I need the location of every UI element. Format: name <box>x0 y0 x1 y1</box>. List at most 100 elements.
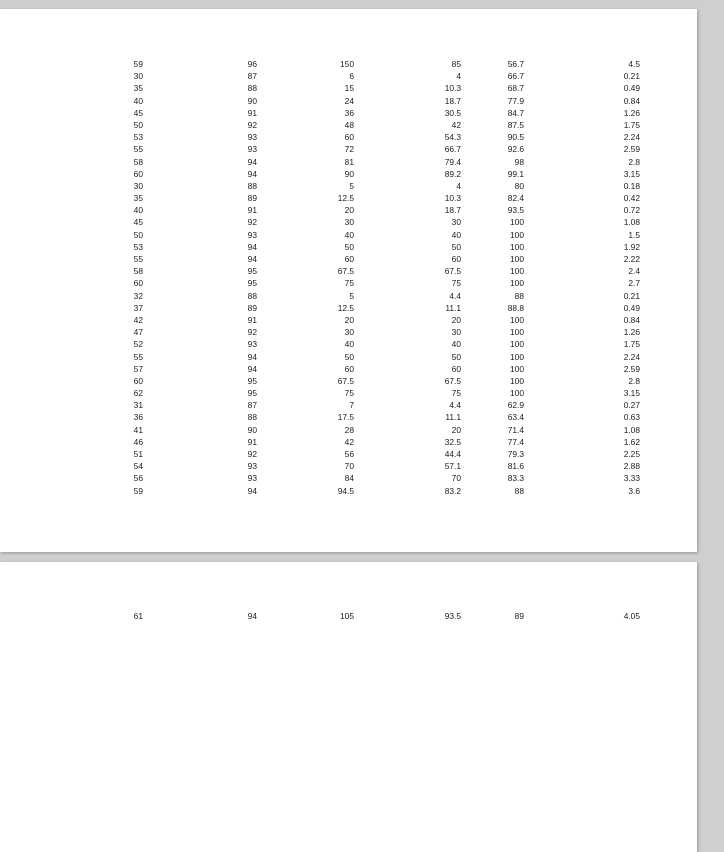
table-cell: 100 <box>510 314 524 325</box>
table-cell: 93.5 <box>507 205 524 216</box>
table-cell: 81.6 <box>507 461 524 472</box>
table-cell: 92 <box>247 217 257 228</box>
table-cell: 93 <box>247 229 257 240</box>
table-cell: 88 <box>247 290 257 301</box>
table-cell: 90.5 <box>507 132 524 143</box>
table-cell: 1.62 <box>623 436 640 447</box>
table-cell: 88 <box>247 83 257 94</box>
table-row: 55 94 60 60 100 2.22 <box>0 253 697 265</box>
table-cell: 10.3 <box>444 193 461 204</box>
table-cell: 3.6 <box>628 485 640 496</box>
table-cell: 18.7 <box>444 205 461 216</box>
table-row: 51 92 56 44.4 79.3 2.25 <box>0 448 697 460</box>
table-cell: 60 <box>344 254 354 264</box>
table-cell: 53 <box>133 241 143 252</box>
table-cell: 1.26 <box>623 107 640 118</box>
table-cell: 20 <box>344 314 354 325</box>
table-cell: 93 <box>247 473 257 484</box>
table-cell: 45 <box>133 107 143 118</box>
table-cell: 54.3 <box>444 132 461 143</box>
table-cell: 3.15 <box>623 168 640 179</box>
table-cell: 80 <box>514 180 524 191</box>
table-cell: 4.5 <box>628 59 640 69</box>
table-cell: 94 <box>247 254 257 264</box>
table-cell: 60 <box>344 363 354 374</box>
table-cell: 79.4 <box>444 156 461 167</box>
table-cell: 90 <box>247 424 257 435</box>
table-row: 55 94 50 50 100 2.24 <box>0 351 697 363</box>
table-cell: 35 <box>133 193 143 204</box>
table-cell: 5 <box>349 290 354 301</box>
table-cell: 30 <box>133 180 143 191</box>
table-cell: 1.5 <box>628 229 640 240</box>
table-cell: 100 <box>510 339 524 350</box>
table-cell: 4.05 <box>623 611 640 621</box>
table-cell: 35 <box>133 83 143 94</box>
table-cell: 100 <box>510 363 524 374</box>
table-cell: 40 <box>344 229 354 240</box>
table-row: 55 93 72 66.7 92.6 2.59 <box>0 143 697 155</box>
table-cell: 10.3 <box>444 83 461 94</box>
table-cell: 3.33 <box>623 473 640 484</box>
table-cell: 4 <box>456 180 461 191</box>
table-cell: 87 <box>247 71 257 82</box>
table-cell: 93 <box>247 144 257 155</box>
table-cell: 95 <box>247 266 257 277</box>
table-cell: 88 <box>247 412 257 423</box>
table-cell: 2.24 <box>623 351 640 362</box>
table-cell: 6 <box>349 71 354 82</box>
table-cell: 50 <box>344 241 354 252</box>
table-cell: 0.21 <box>623 290 640 301</box>
table-cell: 3.15 <box>623 388 640 399</box>
table-cell: 94 <box>247 241 257 252</box>
table-cell: 0.84 <box>623 95 640 106</box>
table-cell: 93 <box>247 339 257 350</box>
table-cell: 48 <box>344 119 354 130</box>
table-cell: 30 <box>344 217 354 228</box>
table-row: 37 89 12.5 11.1 88.8 0.49 <box>0 302 697 314</box>
table-cell: 50 <box>451 351 461 362</box>
table-row: 45 91 36 30.5 84.7 1.26 <box>0 107 697 119</box>
table-cell: 0.49 <box>623 83 640 94</box>
table-cell: 63.4 <box>507 412 524 423</box>
table-row: 35 89 12.5 10.3 82.4 0.42 <box>0 192 697 204</box>
table-cell: 100 <box>510 388 524 399</box>
table-cell: 42 <box>451 119 461 130</box>
table-cell: 85 <box>451 59 461 69</box>
table-cell: 93 <box>247 461 257 472</box>
table-cell: 2.25 <box>623 449 640 459</box>
table-row: 52 93 40 40 100 1.75 <box>0 338 697 350</box>
table-row: 53 94 50 50 100 1.92 <box>0 241 697 253</box>
table-cell: 15 <box>344 83 354 94</box>
table-cell: 0.63 <box>623 412 640 423</box>
table-row: 40 91 20 18.7 93.5 0.72 <box>0 204 697 216</box>
table-cell: 83.3 <box>507 473 524 484</box>
table-cell: 100 <box>510 375 524 386</box>
table-cell: 40 <box>133 205 143 216</box>
table-cell: 68.7 <box>507 83 524 94</box>
table-cell: 46 <box>133 436 143 447</box>
table-cell: 1.26 <box>623 327 640 338</box>
table-cell: 60 <box>451 363 461 374</box>
table-cell: 66.7 <box>507 71 524 82</box>
table-cell: 89 <box>514 611 524 621</box>
table-cell: 56.7 <box>507 59 524 69</box>
table-cell: 77.4 <box>507 436 524 447</box>
table-cell: 0.27 <box>623 400 640 411</box>
table-cell: 90 <box>247 95 257 106</box>
table-row: 31 87 7 4.4 62.9 0.27 <box>0 399 697 411</box>
table-cell: 94 <box>247 611 257 621</box>
table-cell: 70 <box>451 473 461 484</box>
table-cell: 67.5 <box>337 375 354 386</box>
table-cell: 105 <box>340 611 354 621</box>
table-cell: 47 <box>133 327 143 338</box>
table-cell: 61 <box>133 611 143 621</box>
table-cell: 93 <box>247 132 257 143</box>
table-cell: 0.84 <box>623 314 640 325</box>
table-cell: 41 <box>133 424 143 435</box>
table-cell: 89 <box>247 302 257 313</box>
table-cell: 60 <box>451 254 461 264</box>
table-cell: 55 <box>133 254 143 264</box>
table-cell: 100 <box>510 327 524 338</box>
table-cell: 92 <box>247 327 257 338</box>
